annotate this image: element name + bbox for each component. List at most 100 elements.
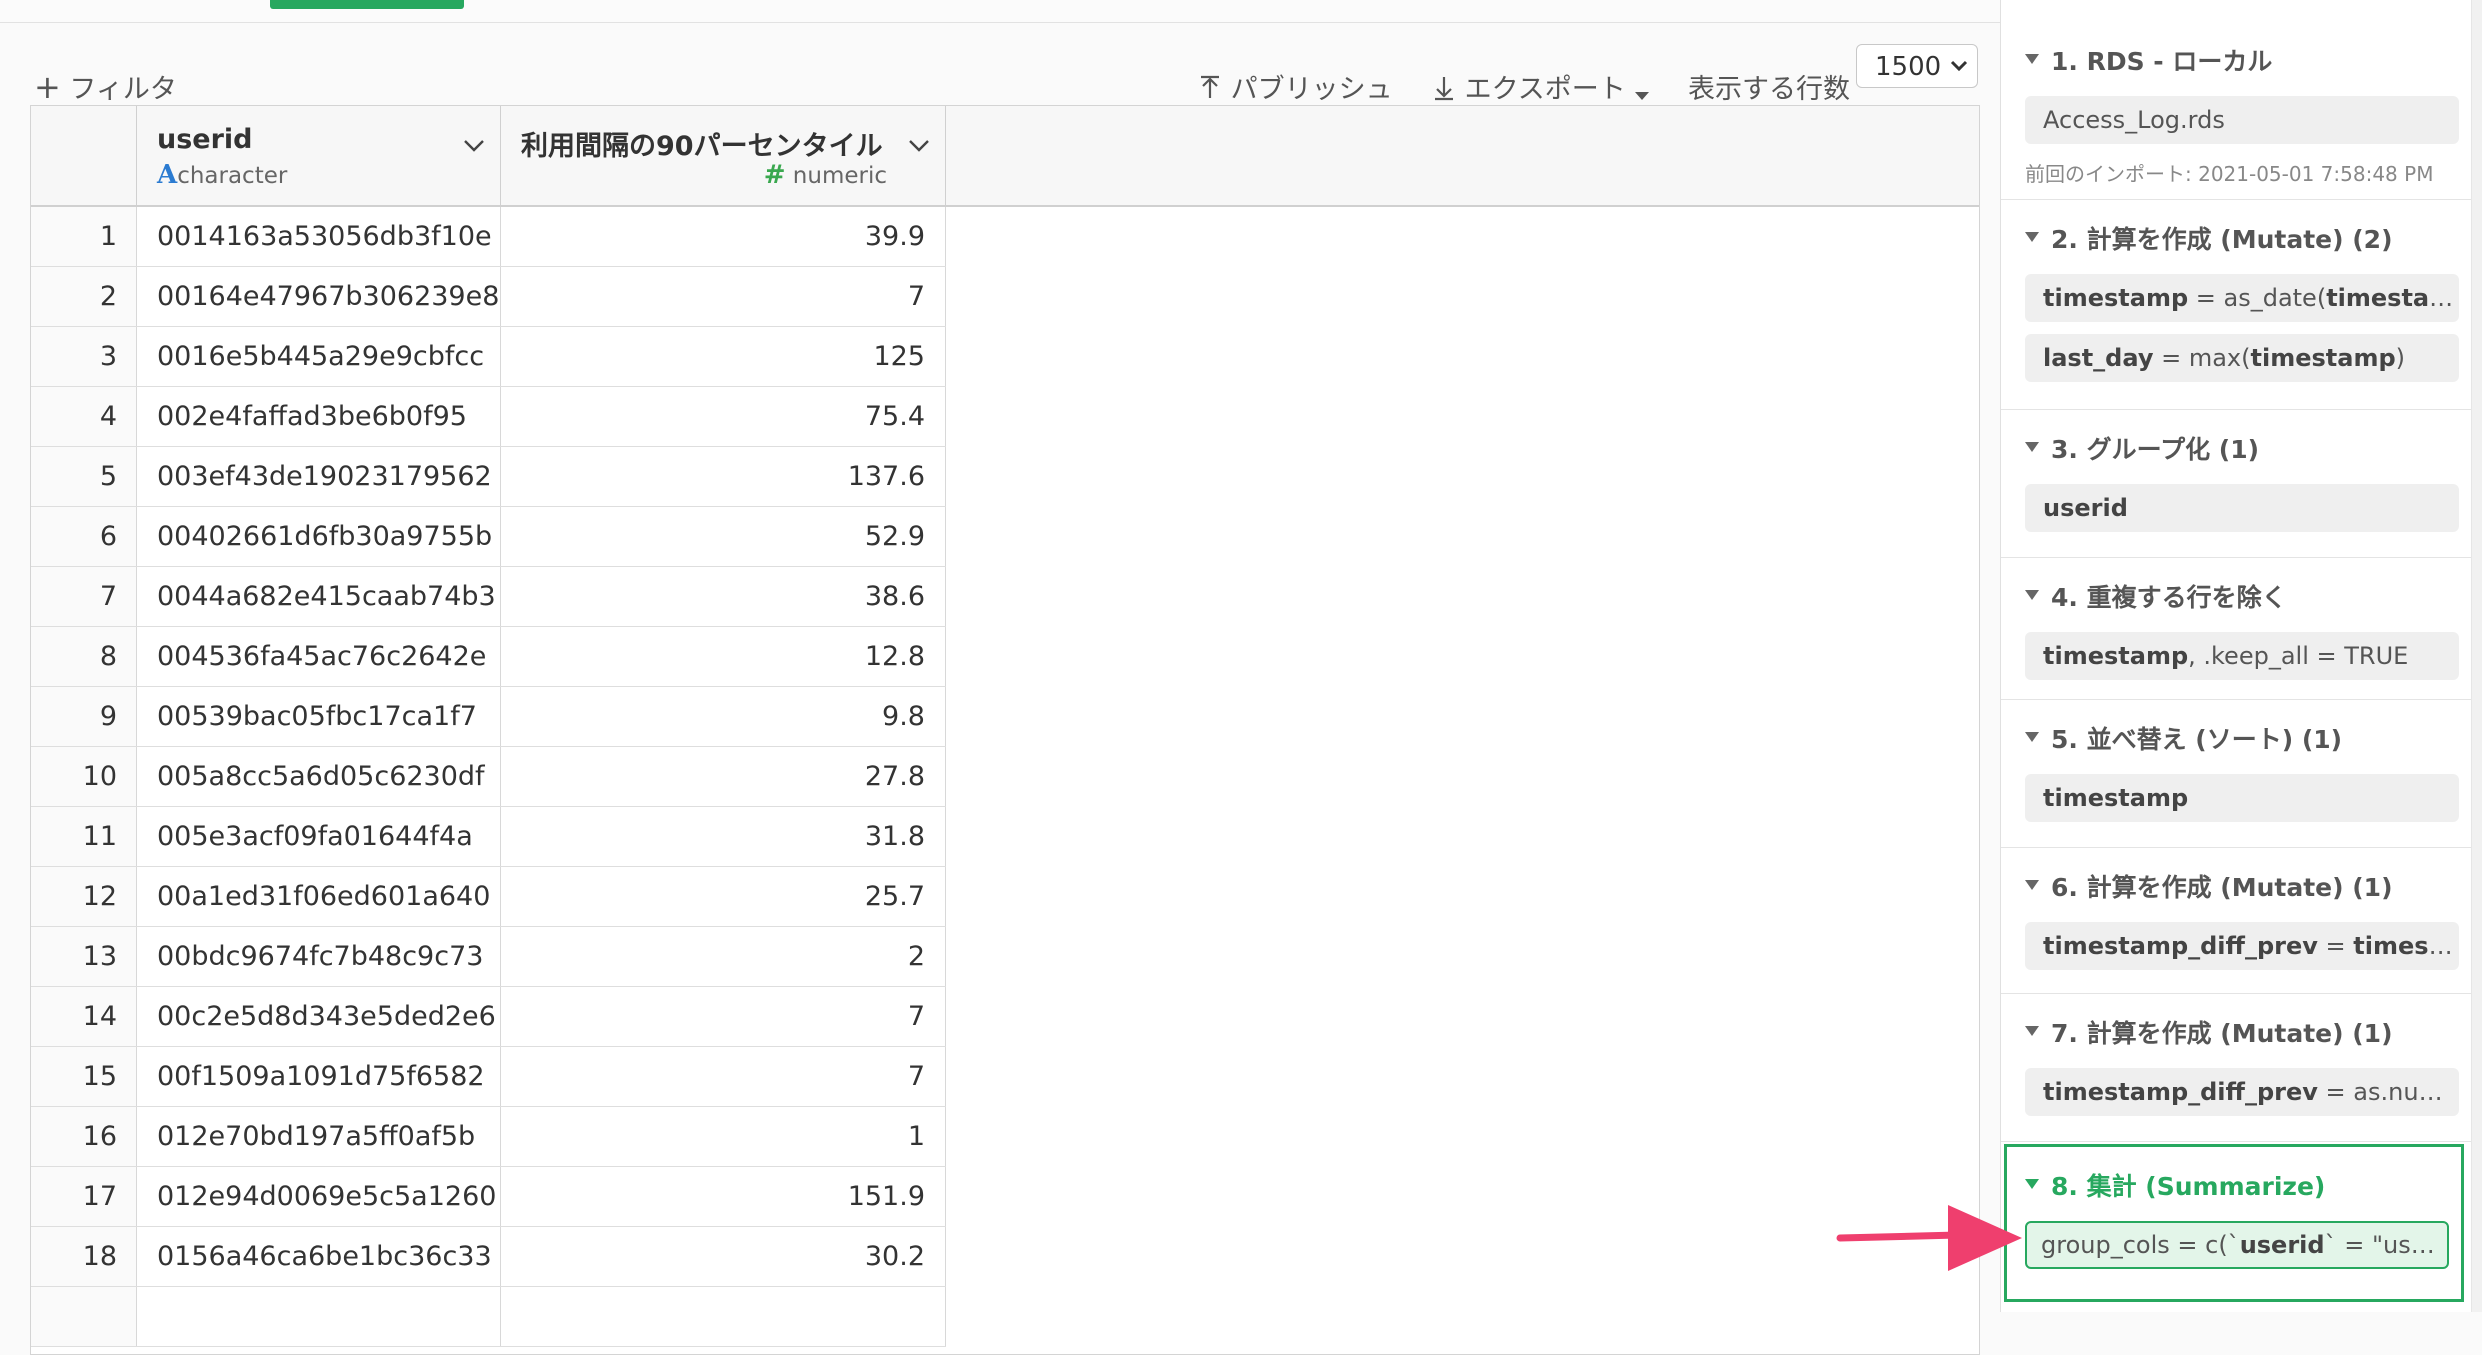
step-title[interactable]: 8. 集計 (Summarize) bbox=[2051, 1167, 2325, 1203]
cell-userid[interactable]: 00c2e5d8d343e5ded2e6 bbox=[137, 987, 501, 1046]
cell-percentile[interactable]: 125 bbox=[501, 327, 946, 386]
step-detail[interactable]: last_day = max(timestamp) bbox=[2025, 334, 2459, 382]
table-row[interactable]: 6 00402661d6fb30a9755b 52.9 bbox=[31, 507, 946, 567]
cell-percentile[interactable]: 75.4 bbox=[501, 387, 946, 446]
cell-percentile[interactable]: 12.8 bbox=[501, 627, 946, 686]
cell-userid[interactable]: 005e3acf09fa01644f4a bbox=[137, 807, 501, 866]
table-row[interactable]: 5 003ef43de19023179562 137.6 bbox=[31, 447, 946, 507]
caret-down-icon[interactable] bbox=[2025, 880, 2039, 890]
step-detail[interactable]: timestamp_diff_prev = timestamp … bbox=[2025, 922, 2459, 970]
rows-to-show-select[interactable]: 1500 bbox=[1856, 44, 1978, 88]
table-row[interactable]: 2 00164e47967b306239e8 7 bbox=[31, 267, 946, 327]
cell-userid[interactable]: 0014163a53056db3f10e bbox=[137, 207, 501, 266]
cell-userid[interactable]: 004536fa45ac76c2642e bbox=[137, 627, 501, 686]
cell-percentile[interactable]: 9.8 bbox=[501, 687, 946, 746]
table-row[interactable]: 17 012e94d0069e5c5a1260 151.9 bbox=[31, 1167, 946, 1227]
table-row[interactable]: 18 0156a46ca6be1bc36c33 30.2 bbox=[31, 1227, 946, 1287]
step-title[interactable]: 5. 並べ替え (ソート) (1) bbox=[2051, 720, 2342, 756]
step-title[interactable]: 2. 計算を作成 (Mutate) (2) bbox=[2051, 220, 2393, 256]
cell-userid[interactable]: 00539bac05fbc17ca1f7 bbox=[137, 687, 501, 746]
cell-percentile[interactable]: 7 bbox=[501, 267, 946, 326]
caret-down-icon[interactable] bbox=[2025, 590, 2039, 600]
step-detail[interactable]: userid bbox=[2025, 484, 2459, 532]
export-button[interactable]: エクスポート bbox=[1432, 67, 1650, 106]
cell-userid[interactable]: 00f1509a1091d75f6582 bbox=[137, 1047, 501, 1106]
step-detail[interactable]: group_cols = c(`userid` = "userid"),… bbox=[2025, 1221, 2449, 1269]
step-title[interactable]: 4. 重複する行を除く bbox=[2051, 578, 2287, 614]
caret-down-icon[interactable] bbox=[2025, 1179, 2039, 1189]
step-title[interactable]: 6. 計算を作成 (Mutate) (1) bbox=[2051, 868, 2393, 904]
cell-percentile[interactable]: 1 bbox=[501, 1107, 946, 1166]
step-title[interactable]: 7. 計算を作成 (Mutate) (1) bbox=[2051, 1014, 2393, 1050]
caret-down-icon[interactable] bbox=[2025, 1026, 2039, 1036]
table-row[interactable]: 11 005e3acf09fa01644f4a 31.8 bbox=[31, 807, 946, 867]
cell-userid[interactable]: 012e94d0069e5c5a1260 bbox=[137, 1167, 501, 1226]
table-row[interactable]: 8 004536fa45ac76c2642e 12.8 bbox=[31, 627, 946, 687]
table-row[interactable]: 1 0014163a53056db3f10e 39.9 bbox=[31, 207, 946, 267]
cell-percentile[interactable]: 7 bbox=[501, 1047, 946, 1106]
cell-userid[interactable]: 00164e47967b306239e8 bbox=[137, 267, 501, 326]
cell-userid[interactable]: 0044a682e415caab74b3 bbox=[137, 567, 501, 626]
step-title[interactable]: 1. RDS - ローカル bbox=[2051, 42, 2272, 78]
cell-userid[interactable]: 003ef43de19023179562 bbox=[137, 447, 501, 506]
step-detail-text: ) bbox=[2395, 344, 2405, 372]
table-row[interactable]: 4 002e4faffad3be6b0f95 75.4 bbox=[31, 387, 946, 447]
cell-percentile[interactable]: 7 bbox=[501, 987, 946, 1046]
step-card[interactable]: 4. 重複する行を除く timestamp, .keep_all = TRUE bbox=[2001, 558, 2471, 700]
cell-percentile[interactable]: 52.9 bbox=[501, 507, 946, 566]
table-row[interactable]: 9 00539bac05fbc17ca1f7 9.8 bbox=[31, 687, 946, 747]
cell-userid[interactable]: 012e70bd197a5ff0af5b bbox=[137, 1107, 501, 1166]
step-card[interactable]: 6. 計算を作成 (Mutate) (1) timestamp_diff_prev… bbox=[2001, 848, 2471, 994]
cell-percentile[interactable]: 25.7 bbox=[501, 867, 946, 926]
cell-userid[interactable]: 002e4faffad3be6b0f95 bbox=[137, 387, 501, 446]
add-filter-button[interactable]: + フィルタ bbox=[34, 67, 177, 106]
table-row[interactable]: 12 00a1ed31f06ed601a640 25.7 bbox=[31, 867, 946, 927]
chevron-down-icon[interactable] bbox=[907, 136, 931, 160]
cell-percentile[interactable]: 27.8 bbox=[501, 747, 946, 806]
cell-userid[interactable]: 00bdc9674fc7b48c9c73 bbox=[137, 927, 501, 986]
cell-percentile[interactable]: 38.6 bbox=[501, 567, 946, 626]
step-detail-text: , .keep_all = TRUE bbox=[2188, 642, 2409, 670]
table-row[interactable]: 10 005a8cc5a6d05c6230df 27.8 bbox=[31, 747, 946, 807]
step-detail[interactable]: timestamp bbox=[2025, 774, 2459, 822]
table-row[interactable]: 7 0044a682e415caab74b3 38.6 bbox=[31, 567, 946, 627]
publish-button[interactable]: パブリッシュ bbox=[1198, 67, 1393, 106]
cell-percentile[interactable]: 30.2 bbox=[501, 1227, 946, 1286]
cell-userid[interactable]: 00a1ed31f06ed601a640 bbox=[137, 867, 501, 926]
step-detail[interactable]: timestamp, .keep_all = TRUE bbox=[2025, 632, 2459, 680]
column-header-percentile[interactable]: 利用間隔の90パーセンタイル # numeric bbox=[501, 106, 946, 205]
table-row[interactable]: 15 00f1509a1091d75f6582 7 bbox=[31, 1047, 946, 1107]
table-row[interactable]: 3 0016e5b445a29e9cbfcc 125 bbox=[31, 327, 946, 387]
chevron-down-icon[interactable] bbox=[462, 136, 486, 160]
step-detail[interactable]: timestamp_diff_prev = as.numeric(… bbox=[2025, 1068, 2459, 1116]
step-card[interactable]: 1. RDS - ローカル Access_Log.rds 前回のインポート: 202… bbox=[2001, 22, 2471, 200]
cell-percentile[interactable]: 137.6 bbox=[501, 447, 946, 506]
caret-down-icon[interactable] bbox=[2025, 732, 2039, 742]
caret-down-icon[interactable] bbox=[2025, 442, 2039, 452]
cell-percentile[interactable]: 151.9 bbox=[501, 1167, 946, 1226]
cell-userid[interactable]: 0016e5b445a29e9cbfcc bbox=[137, 327, 501, 386]
step-detail[interactable]: timestamp = as_date(timestamp) bbox=[2025, 274, 2459, 322]
column-name: userid bbox=[157, 124, 253, 155]
step-card[interactable]: 5. 並べ替え (ソート) (1) timestamp bbox=[2001, 700, 2471, 848]
cell-userid[interactable]: 0156a46ca6be1bc36c33 bbox=[137, 1227, 501, 1286]
table-row[interactable]: 16 012e70bd197a5ff0af5b 1 bbox=[31, 1107, 946, 1167]
table-row[interactable]: 14 00c2e5d8d343e5ded2e6 7 bbox=[31, 987, 946, 1047]
caret-down-icon[interactable] bbox=[2025, 232, 2039, 242]
step-card[interactable]: 3. グループ化 (1) userid bbox=[2001, 410, 2471, 558]
steps-scrollbar[interactable] bbox=[2471, 0, 2482, 1312]
cell-userid[interactable]: 00402661d6fb30a9755b bbox=[137, 507, 501, 566]
step-card[interactable]: 2. 計算を作成 (Mutate) (2) timestamp = as_date… bbox=[2001, 200, 2471, 410]
cell-percentile[interactable]: 31.8 bbox=[501, 807, 946, 866]
step-detail[interactable]: Access_Log.rds bbox=[2025, 96, 2459, 144]
caret-down-icon[interactable] bbox=[2025, 54, 2039, 64]
cell-userid[interactable]: 005a8cc5a6d05c6230df bbox=[137, 747, 501, 806]
step-card[interactable]: 8. 集計 (Summarize) group_cols = c(`userid`… bbox=[2004, 1144, 2464, 1302]
step-card[interactable]: 7. 計算を作成 (Mutate) (1) timestamp_diff_prev… bbox=[2001, 994, 2471, 1142]
active-tab-indicator[interactable] bbox=[270, 0, 464, 9]
step-title[interactable]: 3. グループ化 (1) bbox=[2051, 430, 2259, 466]
cell-percentile[interactable]: 2 bbox=[501, 927, 946, 986]
column-header-userid[interactable]: userid Acharacter bbox=[137, 106, 501, 205]
table-row[interactable]: 13 00bdc9674fc7b48c9c73 2 bbox=[31, 927, 946, 987]
cell-percentile[interactable]: 39.9 bbox=[501, 207, 946, 266]
